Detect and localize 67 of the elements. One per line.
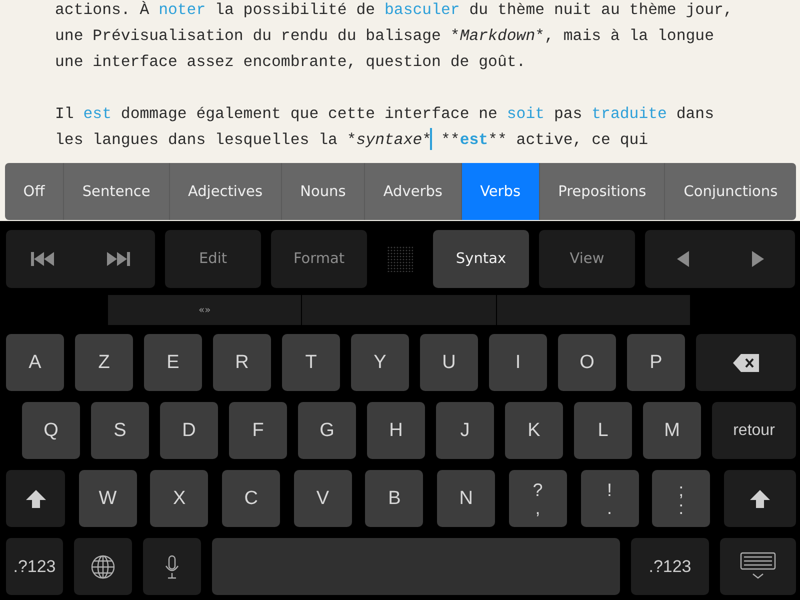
letter-key[interactable]: A — [6, 334, 64, 391]
microphone-icon — [165, 554, 179, 578]
letter-key[interactable]: Q — [22, 402, 80, 459]
letter-key[interactable]: W — [78, 470, 137, 527]
letter-key[interactable]: L — [574, 402, 632, 459]
grip-icon[interactable] — [387, 246, 413, 272]
text-line: une Prévisualisation du rendu du balisage *Markdown*, mais à la longue — [55, 26, 714, 47]
text-cursor — [430, 128, 432, 150]
numbers-key[interactable]: .?123 — [631, 538, 709, 595]
syntax-tab[interactable]: Conjunctions — [664, 163, 796, 220]
toolbar-button[interactable]: View — [539, 230, 635, 288]
letter-key[interactable]: C — [222, 470, 280, 527]
letter-key[interactable]: N — [437, 470, 496, 527]
toolbar-button[interactable]: Edit — [165, 230, 261, 288]
letter-key[interactable]: T — [282, 334, 340, 391]
letter-key[interactable]: I — [489, 334, 547, 391]
return-key[interactable]: retour — [712, 402, 796, 459]
syntax-tab[interactable]: Sentence — [63, 163, 169, 220]
backspace-key[interactable] — [696, 334, 796, 391]
hide-keyboard-key[interactable] — [720, 538, 796, 595]
letter-key[interactable]: X — [150, 470, 208, 527]
letter-key[interactable]: B — [365, 470, 424, 527]
letter-key[interactable]: U — [420, 334, 478, 391]
letter-key[interactable]: P — [627, 334, 685, 391]
text-line: Il est dommage également que cette interface ne soit pas traduite dans — [55, 104, 714, 125]
skip-forward-icon[interactable] — [106, 252, 130, 266]
shift-icon — [26, 490, 46, 508]
letter-key[interactable]: G — [298, 402, 356, 459]
syntax-tab[interactable]: Adjectives — [168, 163, 281, 220]
letter-key[interactable]: V — [294, 470, 352, 527]
letter-key[interactable]: E — [144, 334, 202, 391]
numbers-key[interactable]: .?123 — [6, 538, 63, 595]
left-arrow-icon[interactable] — [676, 251, 688, 267]
globe-icon — [91, 554, 115, 578]
text-line: les langues dans lesquelles la *syntaxe* **est** active, ce qui — [55, 127, 648, 153]
letter-key[interactable]: F — [229, 402, 287, 459]
keyboard-icon — [740, 552, 776, 582]
letter-key[interactable]: K — [505, 402, 563, 459]
punctuation-key[interactable]: ; : — [652, 470, 710, 527]
toolbar-button[interactable]: Syntax — [433, 230, 529, 288]
skip-back-icon[interactable] — [31, 252, 56, 266]
text-line: actions. À noter la possibilité de basculer du thème nuit au thème jour, — [55, 0, 733, 21]
letter-key[interactable]: Z — [75, 334, 133, 391]
letter-key[interactable]: O — [558, 334, 616, 391]
shift-key[interactable] — [6, 470, 65, 527]
punctuation-key[interactable]: ? , — [508, 470, 567, 527]
punctuation-key[interactable]: ! . — [580, 470, 638, 527]
letter-key[interactable]: H — [367, 402, 425, 459]
letter-key[interactable]: M — [643, 402, 701, 459]
suggestion-slot[interactable]: «» — [108, 295, 302, 325]
syntax-tab[interactable]: Prepositions — [538, 163, 664, 220]
globe-key[interactable] — [74, 538, 132, 595]
syntax-tab[interactable]: Nouns — [280, 163, 364, 220]
letter-key[interactable]: J — [436, 402, 494, 459]
syntax-tab[interactable]: Off — [5, 163, 64, 220]
letter-key[interactable]: R — [213, 334, 271, 391]
toolbar-button[interactable]: Format — [271, 230, 367, 288]
shift-icon — [750, 490, 770, 508]
shift-key[interactable] — [724, 470, 796, 527]
letter-key[interactable]: Y — [351, 334, 409, 391]
letter-key[interactable]: D — [160, 402, 218, 459]
microphone-key[interactable] — [143, 538, 201, 595]
backspace-icon — [733, 354, 759, 372]
text-line: une interface assez encombrante, question de goût. — [55, 52, 526, 73]
letter-key[interactable]: S — [91, 402, 149, 459]
right-arrow-icon[interactable] — [752, 251, 764, 267]
syntax-tab[interactable]: Verbs — [460, 163, 539, 220]
